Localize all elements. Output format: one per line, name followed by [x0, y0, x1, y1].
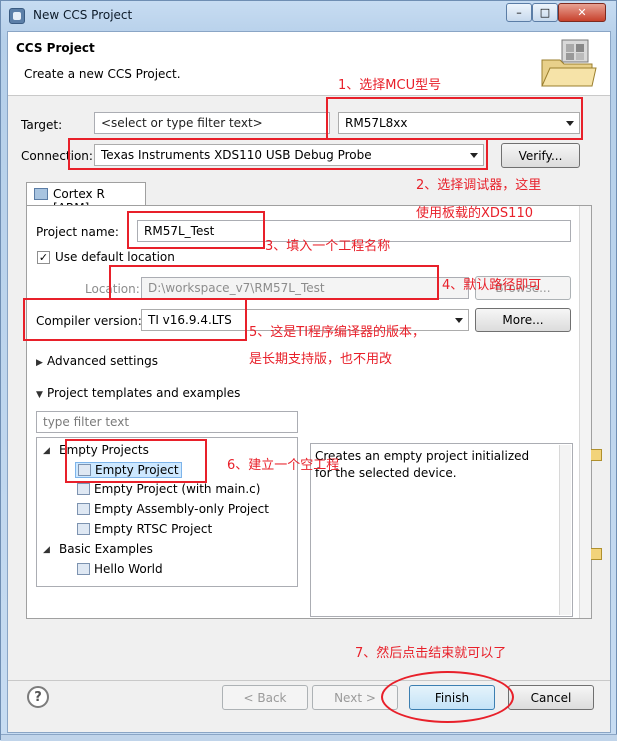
- tree-item-hello-world[interactable]: Hello World: [77, 562, 163, 576]
- annotation-step-1: 1、选择MCU型号: [338, 78, 442, 93]
- back-button[interactable]: < Back: [222, 685, 308, 710]
- annotation-step-6: 6、建立一个空工程: [227, 458, 340, 473]
- project-icon: [77, 523, 90, 535]
- chevron-down-icon: [455, 318, 463, 323]
- project-name-label: Project name:: [36, 225, 119, 239]
- project-icon: [77, 483, 90, 495]
- collapse-arrow-icon[interactable]: ▼: [36, 390, 43, 400]
- annotation-step-2: 2、选择调试器，这里: [416, 178, 542, 193]
- use-default-location-label: Use default location: [55, 250, 175, 264]
- description-scrollbar[interactable]: [559, 445, 571, 615]
- minimize-button[interactable]: –: [506, 3, 532, 22]
- tree-item-empty-assembly[interactable]: Empty Assembly-only Project: [77, 502, 269, 516]
- title-bar[interactable]: New CCS Project – □ ✕: [1, 1, 616, 31]
- tree-item-basic-examples[interactable]: Basic Examples: [59, 542, 602, 560]
- target-label: Target:: [21, 118, 63, 132]
- ccs-app-icon: [9, 8, 25, 24]
- annotation-step-5: 5、这是TI程序编译器的版本，: [249, 325, 426, 340]
- maximize-button[interactable]: □: [532, 3, 558, 22]
- tree-item-empty-project-main[interactable]: Empty Project (with main.c): [77, 482, 260, 496]
- target-filter-input[interactable]: <select or type filter text>: [94, 112, 330, 134]
- collapse-arrow-icon[interactable]: ◢: [43, 545, 50, 555]
- annotation-box-connection: [68, 138, 488, 170]
- project-templates-toggle[interactable]: Project templates and examples: [47, 386, 240, 400]
- description-text: Creates an empty project initialized for…: [315, 449, 530, 480]
- tree-item-label: Empty RTSC Project: [94, 522, 213, 536]
- help-icon[interactable]: ?: [27, 686, 49, 708]
- template-description: Creates an empty project initialized for…: [310, 443, 573, 617]
- tab-cortex-r[interactable]: Cortex R [ARM]: [26, 182, 146, 215]
- advanced-settings-toggle[interactable]: Advanced settings: [47, 354, 158, 368]
- window-title: New CCS Project: [33, 8, 133, 22]
- template-filter-input[interactable]: type filter text: [36, 411, 298, 433]
- annotation-step-3: 3、填入一个工程名称: [265, 239, 391, 254]
- wizard-header: CCS Project Create a new CCS Project.: [8, 32, 610, 96]
- collapse-arrow-icon[interactable]: ◢: [43, 446, 50, 456]
- tree-item-label: Empty Assembly-only Project: [94, 502, 269, 516]
- dialog-window: New CCS Project – □ ✕ CCS Project Create…: [0, 0, 617, 741]
- close-button[interactable]: ✕: [558, 3, 606, 22]
- use-default-location-checkbox[interactable]: ✓: [37, 251, 50, 264]
- project-folder-icon: [541, 39, 597, 87]
- tree-item-label: Basic Examples: [59, 542, 153, 556]
- annotation-step-4: 4、默认路径即可: [442, 278, 542, 293]
- panel-scrollbar[interactable]: [579, 206, 591, 618]
- annotation-box-compiler: [23, 298, 247, 341]
- annotation-step-7: 7、然后点击结束就可以了: [355, 646, 507, 661]
- more-button[interactable]: More...: [475, 308, 571, 332]
- project-icon: [77, 563, 90, 575]
- verify-button[interactable]: Verify...: [501, 143, 580, 168]
- page-title: CCS Project: [16, 41, 95, 55]
- project-icon: [77, 503, 90, 515]
- annotation-box-target: [326, 97, 583, 140]
- annotation-step-5b: 是长期支持版，也不用改: [249, 352, 393, 367]
- annotation-step-2b: 使用板载的XDS110: [416, 206, 533, 221]
- annotation-box-project-name: [127, 211, 265, 249]
- tree-item-label: Empty Project (with main.c): [94, 482, 261, 496]
- annotation-ellipse-finish: [381, 671, 514, 723]
- annotation-box-location: [109, 265, 439, 300]
- page-description: Create a new CCS Project.: [24, 67, 181, 81]
- footer-divider: [8, 680, 610, 681]
- tree-item-empty-rtsc[interactable]: Empty RTSC Project: [77, 522, 212, 536]
- tree-item-label: Hello World: [94, 562, 163, 576]
- annotation-box-empty-project: [65, 439, 207, 483]
- cpu-icon: [34, 188, 48, 200]
- expand-arrow-icon[interactable]: ▶: [36, 358, 43, 368]
- cancel-button[interactable]: Cancel: [508, 685, 594, 710]
